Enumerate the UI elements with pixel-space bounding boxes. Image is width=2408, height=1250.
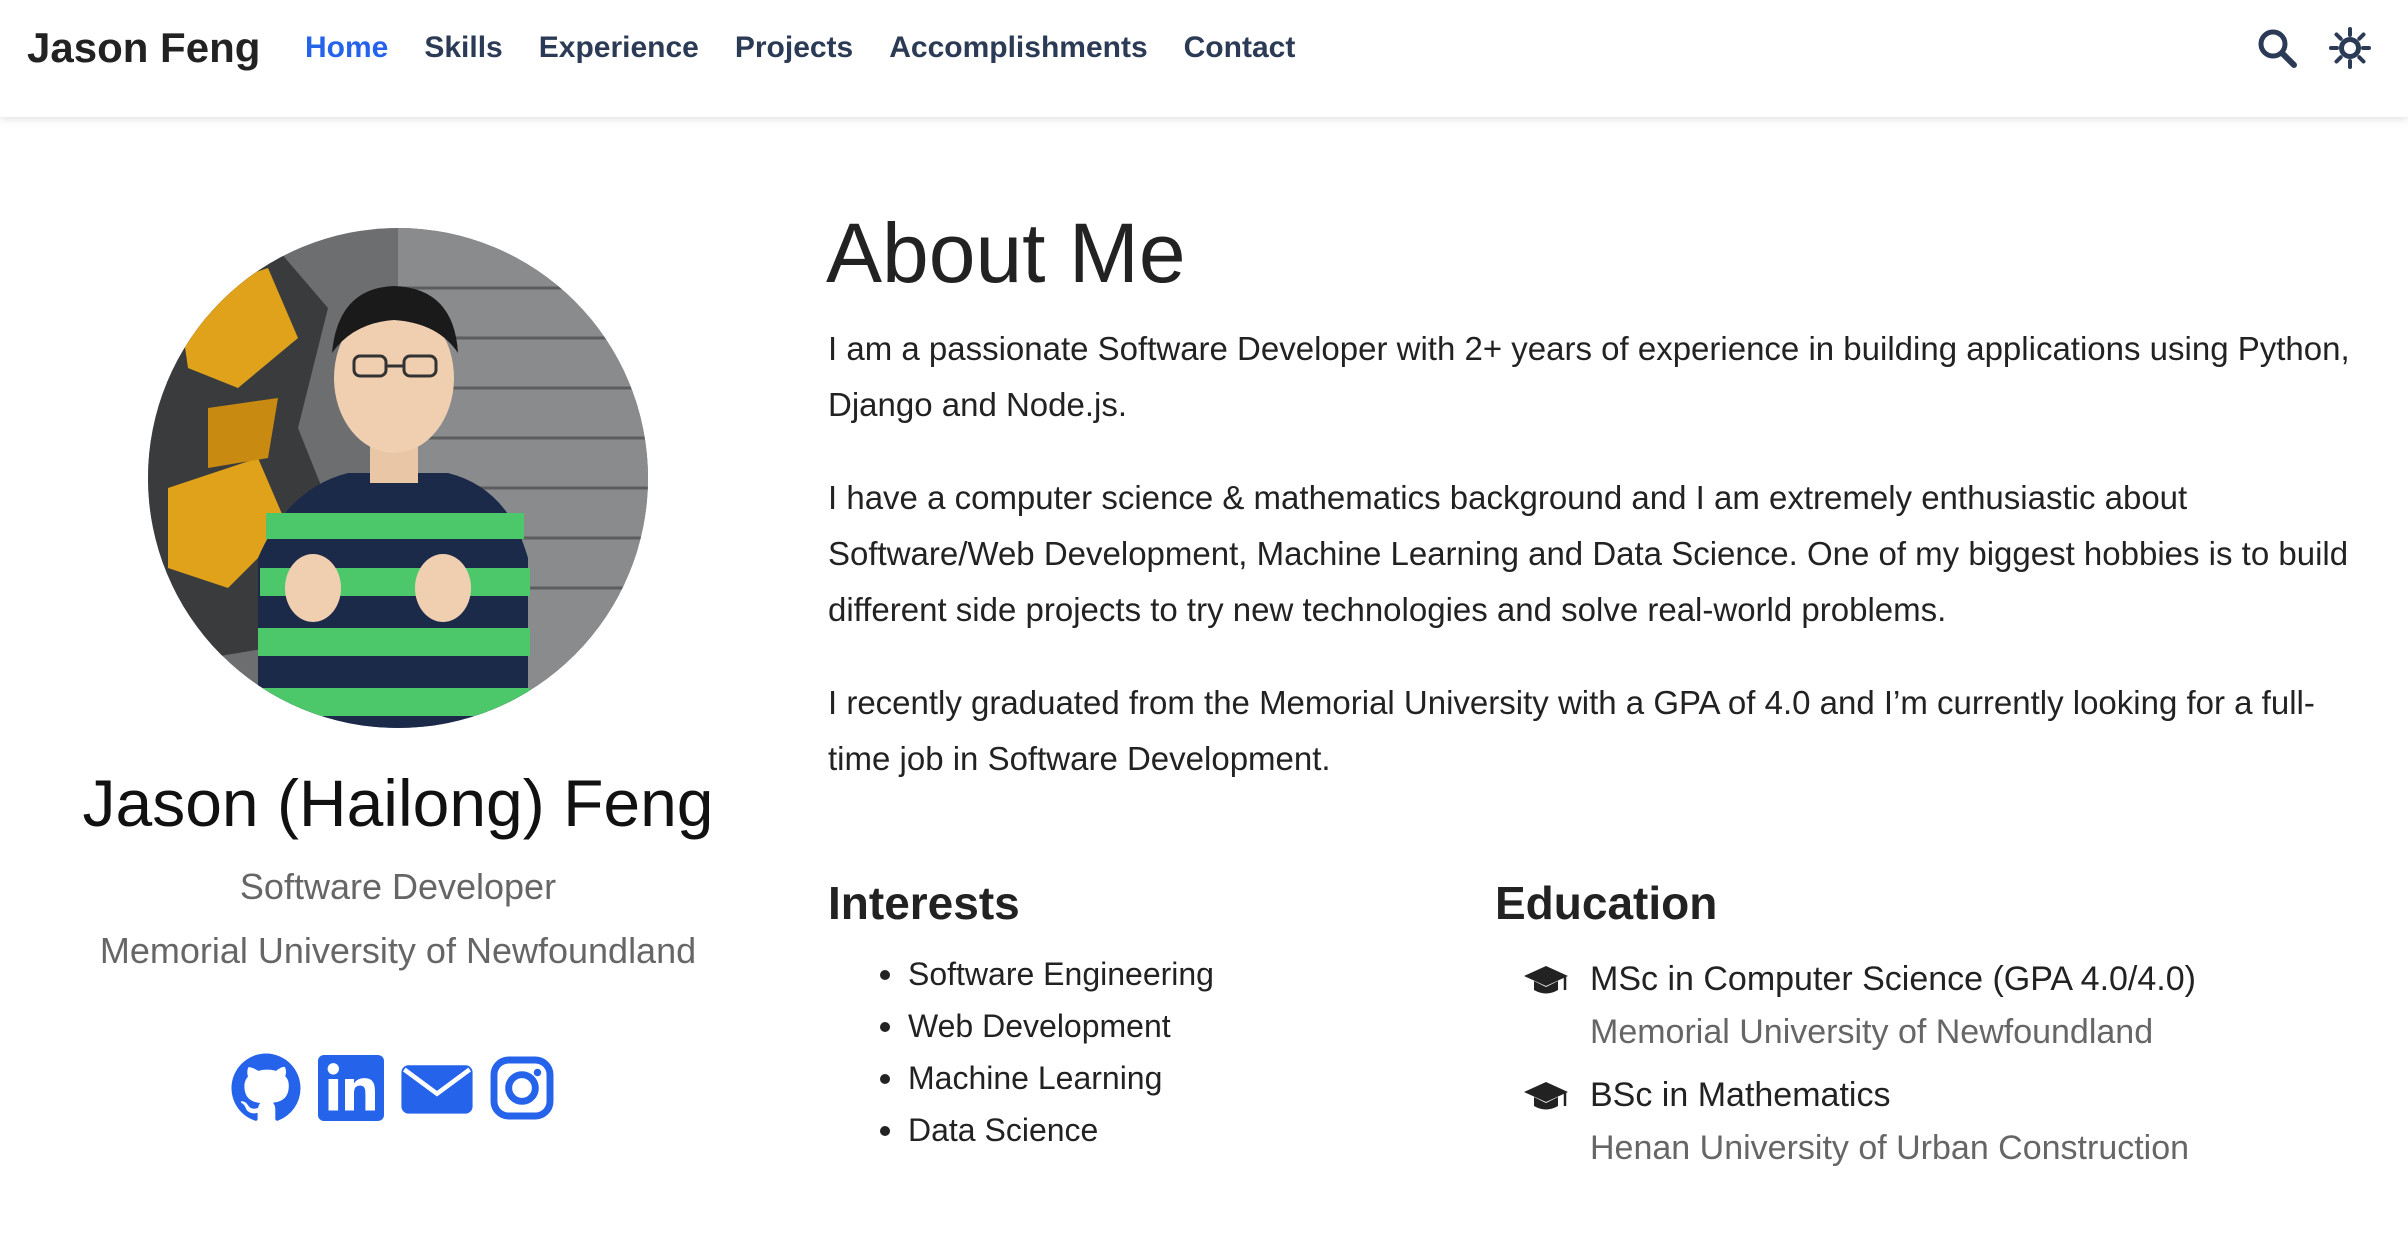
- nav-link-experience[interactable]: Experience: [539, 31, 699, 65]
- education-degree: MSc in Computer Science (GPA 4.0/4.0): [1590, 960, 2196, 998]
- email-icon[interactable]: [400, 1052, 474, 1124]
- nav-link-contact[interactable]: Contact: [1184, 31, 1296, 65]
- search-icon[interactable]: [2255, 26, 2299, 70]
- bio-paragraph: I have a computer science & mathematics …: [828, 479, 2349, 628]
- interest-item: Software Engineering: [880, 948, 1214, 1000]
- graduation-cap-icon: [1524, 1082, 1568, 1110]
- education-title: Education: [1495, 877, 1718, 929]
- interest-item: Data Science: [880, 1104, 1214, 1156]
- brand-link[interactable]: Jason Feng: [27, 24, 260, 72]
- profile-organization: Memorial University of Newfoundland: [99, 930, 697, 971]
- education-degree: BSc in Mathematics: [1590, 1076, 1891, 1114]
- instagram-icon[interactable]: [490, 1052, 554, 1124]
- education-school: Memorial University of Newfoundland: [1590, 1013, 2154, 1051]
- education-list: MSc in Computer Science (GPA 4.0/4.0) Me…: [1522, 954, 2196, 1186]
- interest-item: Machine Learning: [880, 1052, 1214, 1104]
- avatar: [148, 228, 648, 728]
- social-links: [230, 1052, 570, 1124]
- interests-title: Interests: [828, 877, 1020, 929]
- bio-paragraph: I recently graduated from the Memorial U…: [828, 684, 2315, 777]
- top-navbar: Jason Feng Home Skills Experience Projec…: [0, 0, 2408, 117]
- interests-list: Software Engineering Web Development Mac…: [880, 948, 1214, 1156]
- nav-links: Home Skills Experience Projects Accompli…: [305, 31, 1331, 65]
- education-item: BSc in Mathematics Henan University of U…: [1522, 1070, 2196, 1176]
- nav-link-projects[interactable]: Projects: [735, 31, 853, 65]
- nav-link-skills[interactable]: Skills: [424, 31, 502, 65]
- github-icon[interactable]: [230, 1052, 302, 1124]
- profile-role: Software Developer: [239, 866, 557, 907]
- interest-item: Web Development: [880, 1000, 1214, 1052]
- about-title: About Me: [826, 206, 1186, 300]
- bio-paragraph: I am a passionate Software Developer wit…: [828, 330, 2350, 423]
- graduation-cap-icon: [1524, 966, 1568, 994]
- nav-link-accomplishments[interactable]: Accomplishments: [889, 31, 1147, 65]
- linkedin-icon[interactable]: [318, 1052, 384, 1124]
- theme-toggle-icon[interactable]: [2328, 26, 2372, 70]
- education-item: MSc in Computer Science (GPA 4.0/4.0) Me…: [1522, 954, 2196, 1060]
- profile-name: Jason (Hailong) Feng: [82, 766, 714, 840]
- education-school: Henan University of Urban Construction: [1590, 1129, 2190, 1167]
- nav-link-home[interactable]: Home: [305, 31, 388, 65]
